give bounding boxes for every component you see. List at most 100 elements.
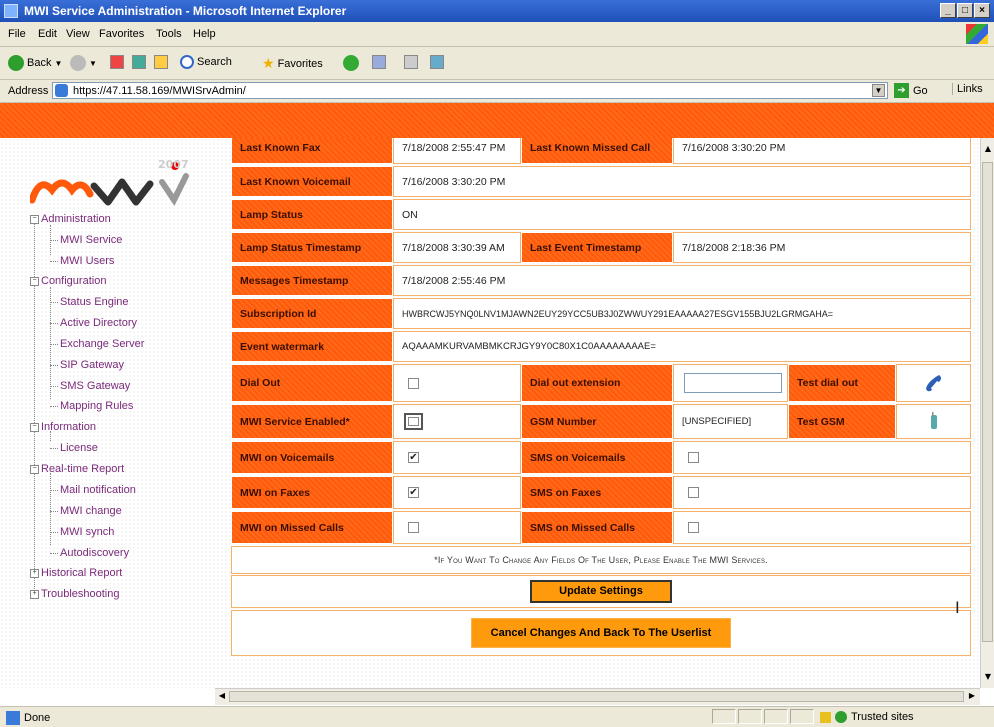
forward-button[interactable]: ▼	[70, 55, 97, 71]
menu-file[interactable]: File	[8, 28, 26, 40]
edit-icon[interactable]	[430, 55, 444, 69]
tree-node-troubleshooting[interactable]: + Troubleshooting	[30, 588, 119, 600]
menu-view[interactable]: View	[66, 28, 90, 40]
menu-tools[interactable]: Tools	[156, 28, 182, 40]
expand-icon[interactable]: +	[30, 568, 39, 578]
tree-label: MWI synch	[60, 526, 115, 538]
mobile-phone-icon[interactable]	[927, 411, 941, 433]
mwi-service-enabled-checkbox[interactable]	[404, 413, 423, 430]
tree-item-license[interactable]: License	[50, 442, 98, 454]
search-label: Search	[197, 56, 232, 68]
update-settings-button[interactable]: Update Settings	[530, 580, 672, 603]
dial-out-extension-cell	[673, 364, 788, 402]
collapse-icon[interactable]: −	[30, 464, 39, 474]
horizontal-scroll-thumb[interactable]	[229, 691, 964, 702]
close-button[interactable]: ×	[974, 3, 990, 18]
tree-node-historical-report[interactable]: + Historical Report	[30, 567, 122, 579]
sms-on-missed-calls-checkbox[interactable]	[688, 522, 699, 533]
mwi-on-faxes-checkbox[interactable]: ✔	[408, 487, 419, 498]
scroll-left-icon[interactable]: ◀	[216, 691, 228, 700]
ie-page-icon	[55, 84, 68, 97]
tree-item-exchange-server[interactable]: Exchange Server	[50, 338, 144, 350]
tree-connector	[50, 510, 58, 512]
scroll-right-icon[interactable]: ▶	[966, 691, 978, 700]
collapse-icon[interactable]: −	[30, 422, 39, 432]
tree-label: MWI change	[60, 505, 122, 517]
print-icon[interactable]	[404, 55, 418, 69]
mwi-on-faxes-cell: ✔	[393, 476, 521, 509]
menu-edit[interactable]: Edit	[38, 28, 57, 40]
go-button[interactable]: ➔ Go	[894, 83, 928, 98]
tree-label: Exchange Server	[60, 338, 145, 350]
favorites-button[interactable]: ★ Favorites	[262, 55, 323, 72]
tree-item-sip-gateway[interactable]: SIP Gateway	[50, 359, 124, 371]
test-gsm-label: Test GSM	[788, 404, 896, 439]
refresh-icon[interactable]	[132, 55, 146, 69]
tree-node-realtime-report[interactable]: − Real-time Report	[30, 463, 124, 475]
menu-favorites[interactable]: Favorites	[99, 28, 144, 40]
tree-label: Mapping Rules	[60, 400, 134, 412]
phone-handset-icon[interactable]	[923, 372, 945, 394]
tree-label: Active Directory	[60, 317, 138, 329]
event-watermark-value: AQAAAMKURVAMBMKCRJGY9Y0C80X1C0AAAAAAAAE=	[393, 331, 971, 362]
enable-services-note-row: *If You Want To Change Any Fields Of The…	[231, 546, 971, 574]
scroll-up-icon[interactable]: ▲	[982, 142, 994, 156]
tree-item-sms-gateway[interactable]: SMS Gateway	[50, 380, 130, 392]
favorites-label: Favorites	[277, 57, 323, 70]
checkbox-inner	[408, 417, 419, 426]
tree-label: Autodiscovery	[60, 547, 130, 559]
scroll-down-icon[interactable]: ▼	[982, 670, 994, 684]
stop-icon[interactable]	[110, 55, 124, 69]
address-url[interactable]: https://47.11.58.169/MWISrvAdmin/	[73, 85, 246, 97]
status-bar: Done Trusted sites	[0, 706, 994, 727]
tree-node-administration[interactable]: − Administration	[30, 213, 111, 225]
page-header-band	[0, 103, 994, 138]
vertical-scrollbar[interactable]: ▲ ▼	[980, 138, 994, 688]
messages-timestamp-label: Messages Timestamp	[231, 265, 393, 296]
menu-help[interactable]: Help	[193, 28, 216, 40]
window-titlebar: MWI Service Administration - Microsoft I…	[0, 0, 994, 22]
tree-node-information[interactable]: − Information	[30, 421, 96, 433]
home-icon[interactable]	[154, 55, 168, 69]
expand-icon[interactable]: +	[30, 589, 39, 599]
media-icon[interactable]	[343, 55, 359, 71]
mwi-on-missed-calls-label: MWI on Missed Calls	[231, 511, 393, 544]
collapse-icon[interactable]: −	[30, 276, 39, 286]
tree-item-autodiscovery[interactable]: Autodiscovery	[50, 547, 129, 559]
tree-item-mapping-rules[interactable]: Mapping Rules	[50, 400, 133, 412]
links-button[interactable]: Links	[952, 83, 983, 95]
minimize-button[interactable]: _	[940, 3, 956, 18]
dial-out-extension-input[interactable]	[684, 373, 782, 393]
dial-out-checkbox[interactable]	[408, 377, 419, 389]
tree-item-active-directory[interactable]: Active Directory	[50, 317, 137, 329]
vertical-scroll-thumb[interactable]	[982, 162, 993, 642]
tree-item-mwi-change[interactable]: MWI change	[50, 505, 122, 517]
sms-on-faxes-cell	[673, 476, 971, 509]
zone-text: Trusted sites	[851, 711, 914, 723]
address-dropdown-icon[interactable]: ▼	[872, 84, 885, 97]
collapse-icon[interactable]: −	[30, 214, 39, 224]
cancel-changes-button[interactable]: Cancel Changes And Back To The Userlist	[471, 618, 731, 648]
tree-item-mwi-users[interactable]: MWI Users	[50, 255, 114, 267]
tree-item-mwi-service[interactable]: MWI Service	[50, 234, 122, 246]
mail-icon[interactable]	[372, 55, 386, 69]
search-button[interactable]: Search	[180, 55, 232, 69]
mwi-on-missed-calls-checkbox[interactable]	[408, 522, 419, 533]
tree-connector	[50, 489, 58, 491]
tree-item-status-engine[interactable]: Status Engine	[50, 296, 129, 308]
last-known-fax-value: 7/18/2008 2:55:47 PM	[393, 138, 521, 164]
mwi-on-voicemails-checkbox[interactable]: ✔	[408, 452, 419, 463]
back-button[interactable]: Back ▼	[8, 55, 62, 71]
tree-node-configuration[interactable]: − Configuration	[30, 275, 106, 287]
tree-item-mail-notification[interactable]: Mail notification	[50, 484, 136, 496]
lamp-status-timestamp-value: 7/18/2008 3:30:39 AM	[393, 232, 521, 263]
sms-on-voicemails-checkbox[interactable]	[688, 452, 699, 463]
dial-out-extension-label: Dial out extension	[521, 364, 673, 402]
tree-label: SMS Gateway	[60, 380, 131, 392]
window-controls: _ □ ×	[940, 3, 990, 18]
sms-on-faxes-checkbox[interactable]	[688, 487, 699, 498]
address-input[interactable]: https://47.11.58.169/MWISrvAdmin/ ▼	[52, 82, 888, 99]
tree-item-mwi-synch[interactable]: MWI synch	[50, 526, 114, 538]
horizontal-scrollbar[interactable]: ◀ ▶	[215, 688, 980, 705]
maximize-button[interactable]: □	[957, 3, 973, 18]
